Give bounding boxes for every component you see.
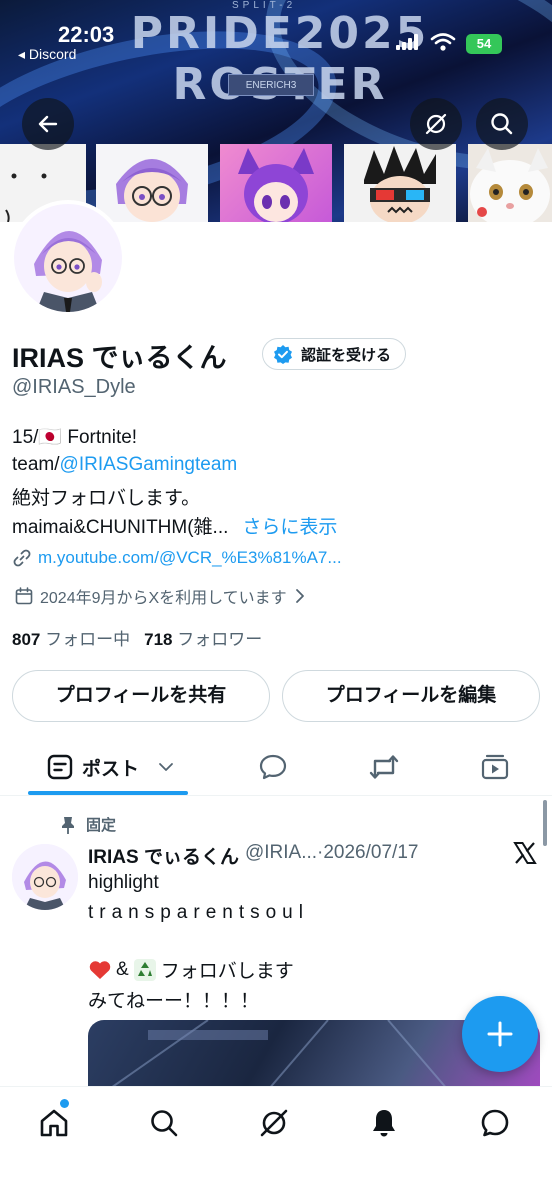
profile-handle: @IRIAS_Dyle	[12, 376, 136, 398]
bio-text: 15/	[12, 427, 39, 448]
pinned-label: 固定	[86, 817, 117, 834]
share-profile-button[interactable]: プロフィールを共有	[12, 670, 270, 722]
bio-text: team/	[12, 454, 60, 475]
nav-home[interactable]	[32, 1101, 76, 1145]
bell-icon	[373, 1110, 395, 1137]
grok-icon	[425, 113, 447, 135]
tab-replies[interactable]	[256, 750, 290, 784]
website-url: m.youtube.com/@VCR_%E3%81%A7...	[38, 548, 342, 567]
arrow-left-icon	[38, 115, 58, 133]
post-header: IRIAS でぃるくん @IRIA...·2026/07/17	[88, 842, 418, 869]
followers-label: フォロワー	[177, 630, 263, 649]
plus-icon	[487, 1021, 513, 1047]
post-text-line: highlight	[88, 872, 159, 893]
back-button[interactable]	[22, 98, 74, 150]
post-text: &	[116, 958, 129, 980]
tab-posts[interactable]: ポスト	[28, 738, 188, 796]
tab-posts-label: ポスト	[82, 758, 140, 780]
followers-stat[interactable]: 718 フォロワー	[144, 625, 262, 650]
bio-line: 15/🇯🇵 Fortnite!	[12, 425, 137, 449]
scrollbar[interactable]	[543, 800, 547, 846]
post-text-line: transparentsoul	[88, 902, 309, 923]
grok-icon	[260, 1109, 288, 1137]
banner-tile-cat	[468, 144, 552, 222]
japan-flag-icon: 🇯🇵	[38, 427, 63, 448]
reply-icon	[259, 754, 287, 780]
joined-date-text: 2024年9月からXを利用しています	[40, 590, 287, 607]
grok-button[interactable]	[410, 98, 462, 150]
posts-icon	[47, 754, 73, 780]
compose-post-button[interactable]	[462, 996, 538, 1072]
status-time: 22:03	[58, 22, 115, 47]
post-text-line: みてねーー！！！！	[88, 991, 260, 1012]
post-author-avatar[interactable]	[12, 844, 78, 910]
signal-icon	[396, 34, 420, 55]
post-meta: @IRIA...·2026/07/17	[244, 842, 419, 863]
banner-tile-catgirl	[220, 144, 332, 222]
followers-count: 718	[144, 630, 173, 649]
status-back-to-app[interactable]: ◂ Discord	[18, 46, 76, 63]
bio-line: maimai&CHUNITHM(雑... さらに表示	[12, 512, 337, 539]
bio-text: maimai&CHUNITHM(雑...	[12, 517, 229, 538]
heart-icon	[89, 960, 111, 979]
post-text: フォロバします	[160, 961, 294, 982]
display-name: IRIAS でぃるくん	[12, 343, 227, 373]
home-icon	[40, 1109, 68, 1137]
edit-profile-button[interactable]: プロフィールを編集	[282, 670, 540, 722]
chevron-down-icon	[159, 763, 173, 771]
search-button[interactable]	[476, 98, 528, 150]
media-icon	[481, 754, 509, 780]
profile-tabs: ポスト	[0, 738, 552, 796]
bio-line: 絶対フォロバします。	[12, 488, 201, 509]
banner-tile-avatar	[96, 144, 208, 222]
chevron-right-icon	[295, 589, 304, 603]
team-mention-link[interactable]: @IRIASGamingteam	[60, 454, 238, 475]
recycle-icon	[133, 958, 156, 981]
chat-bubble-icon	[481, 1109, 509, 1137]
notification-dot	[60, 1099, 69, 1108]
banner-tile-character	[344, 144, 456, 222]
bottom-navigation	[0, 1086, 552, 1200]
tab-media[interactable]	[478, 750, 512, 784]
post-author-name[interactable]: IRIAS でぃるくん	[88, 842, 239, 869]
repost-icon	[369, 755, 399, 779]
search-icon	[151, 1110, 178, 1137]
banner-tag: ENERICH3	[228, 74, 314, 96]
bio-line: team/@IRIASGamingteam	[12, 454, 237, 476]
following-stat[interactable]: 807 フォロー中	[12, 625, 130, 650]
active-tab-indicator	[28, 791, 188, 795]
nav-search[interactable]	[142, 1101, 186, 1145]
link-icon	[13, 549, 31, 567]
search-icon	[491, 113, 513, 135]
profile-avatar[interactable]	[10, 200, 126, 316]
bio-text: Fortnite!	[62, 427, 138, 448]
nav-grok[interactable]	[252, 1101, 296, 1145]
pinned-indicator: 固定	[60, 814, 116, 835]
pin-icon	[62, 816, 74, 834]
following-label: フォロー中	[45, 630, 131, 649]
joined-date-row[interactable]: 2024年9月からXを利用しています	[14, 584, 307, 608]
nav-notifications[interactable]	[362, 1101, 406, 1145]
battery-indicator: 54	[466, 34, 502, 54]
follow-stats: 807 フォロー中 718 フォロワー	[12, 625, 262, 650]
show-more-link[interactable]: さらに表示	[242, 517, 337, 538]
following-count: 807	[12, 630, 41, 649]
verified-badge-icon	[274, 345, 292, 364]
get-verified-button[interactable]: 認証を受ける	[262, 338, 407, 370]
nav-messages[interactable]	[473, 1101, 517, 1145]
wifi-icon	[430, 33, 456, 56]
website-link[interactable]: m.youtube.com/@VCR_%E3%81%A7...	[12, 548, 342, 568]
calendar-icon	[15, 587, 33, 605]
post-text-line: & フォロバします	[88, 956, 294, 983]
get-verified-label: 認証を受ける	[301, 346, 392, 364]
x-logo-icon	[512, 840, 538, 871]
tab-reposts[interactable]	[367, 750, 401, 784]
